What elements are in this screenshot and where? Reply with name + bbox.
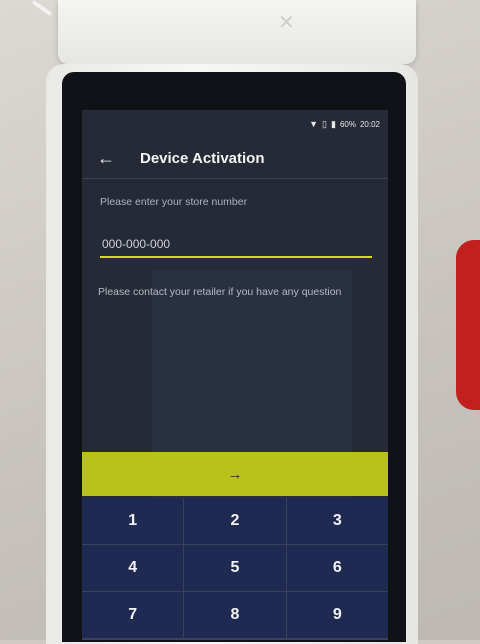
app-bar: ← Device Activation bbox=[82, 138, 388, 179]
key-1[interactable]: 1 bbox=[82, 498, 184, 544]
status-time: 20:02 bbox=[359, 119, 380, 129]
printer-x-mark-icon: ✕ bbox=[278, 12, 295, 34]
battery-percent: 60% bbox=[339, 119, 356, 129]
key-6[interactable]: 6 bbox=[286, 545, 388, 591]
store-number-label: Please enter your store number bbox=[100, 196, 248, 208]
numeric-keypad: 1 2 3 4 5 6 7 8 9 bbox=[82, 498, 388, 640]
arrow-right-icon: → bbox=[227, 465, 243, 483]
store-number-input[interactable] bbox=[100, 232, 372, 258]
red-object bbox=[456, 240, 480, 410]
status-bar: ▼ ▯ ▮ 60% 20:02 bbox=[309, 116, 380, 132]
key-7[interactable]: 7 bbox=[82, 592, 184, 638]
device-screen: ▼ ▯ ▮ 60% 20:02 ← Device Activation Plea… bbox=[82, 110, 388, 640]
battery-icon: ▮ bbox=[331, 118, 336, 129]
key-3[interactable]: 3 bbox=[286, 498, 388, 544]
wifi-icon: ▼ bbox=[309, 119, 319, 129]
key-4[interactable]: 4 bbox=[82, 545, 184, 591]
key-8[interactable]: 8 bbox=[184, 592, 286, 638]
key-9[interactable]: 9 bbox=[286, 592, 388, 638]
printer-top: ✕ bbox=[58, 0, 416, 64]
page-title: Device Activation bbox=[140, 149, 265, 167]
key-2[interactable]: 2 bbox=[184, 498, 286, 544]
back-arrow-icon[interactable]: ← bbox=[82, 138, 130, 178]
key-5[interactable]: 5 bbox=[184, 545, 286, 591]
help-text: Please contact your retailer if you have… bbox=[98, 286, 342, 298]
sim-icon: ▯ bbox=[322, 118, 327, 129]
submit-button[interactable]: → bbox=[82, 452, 388, 496]
